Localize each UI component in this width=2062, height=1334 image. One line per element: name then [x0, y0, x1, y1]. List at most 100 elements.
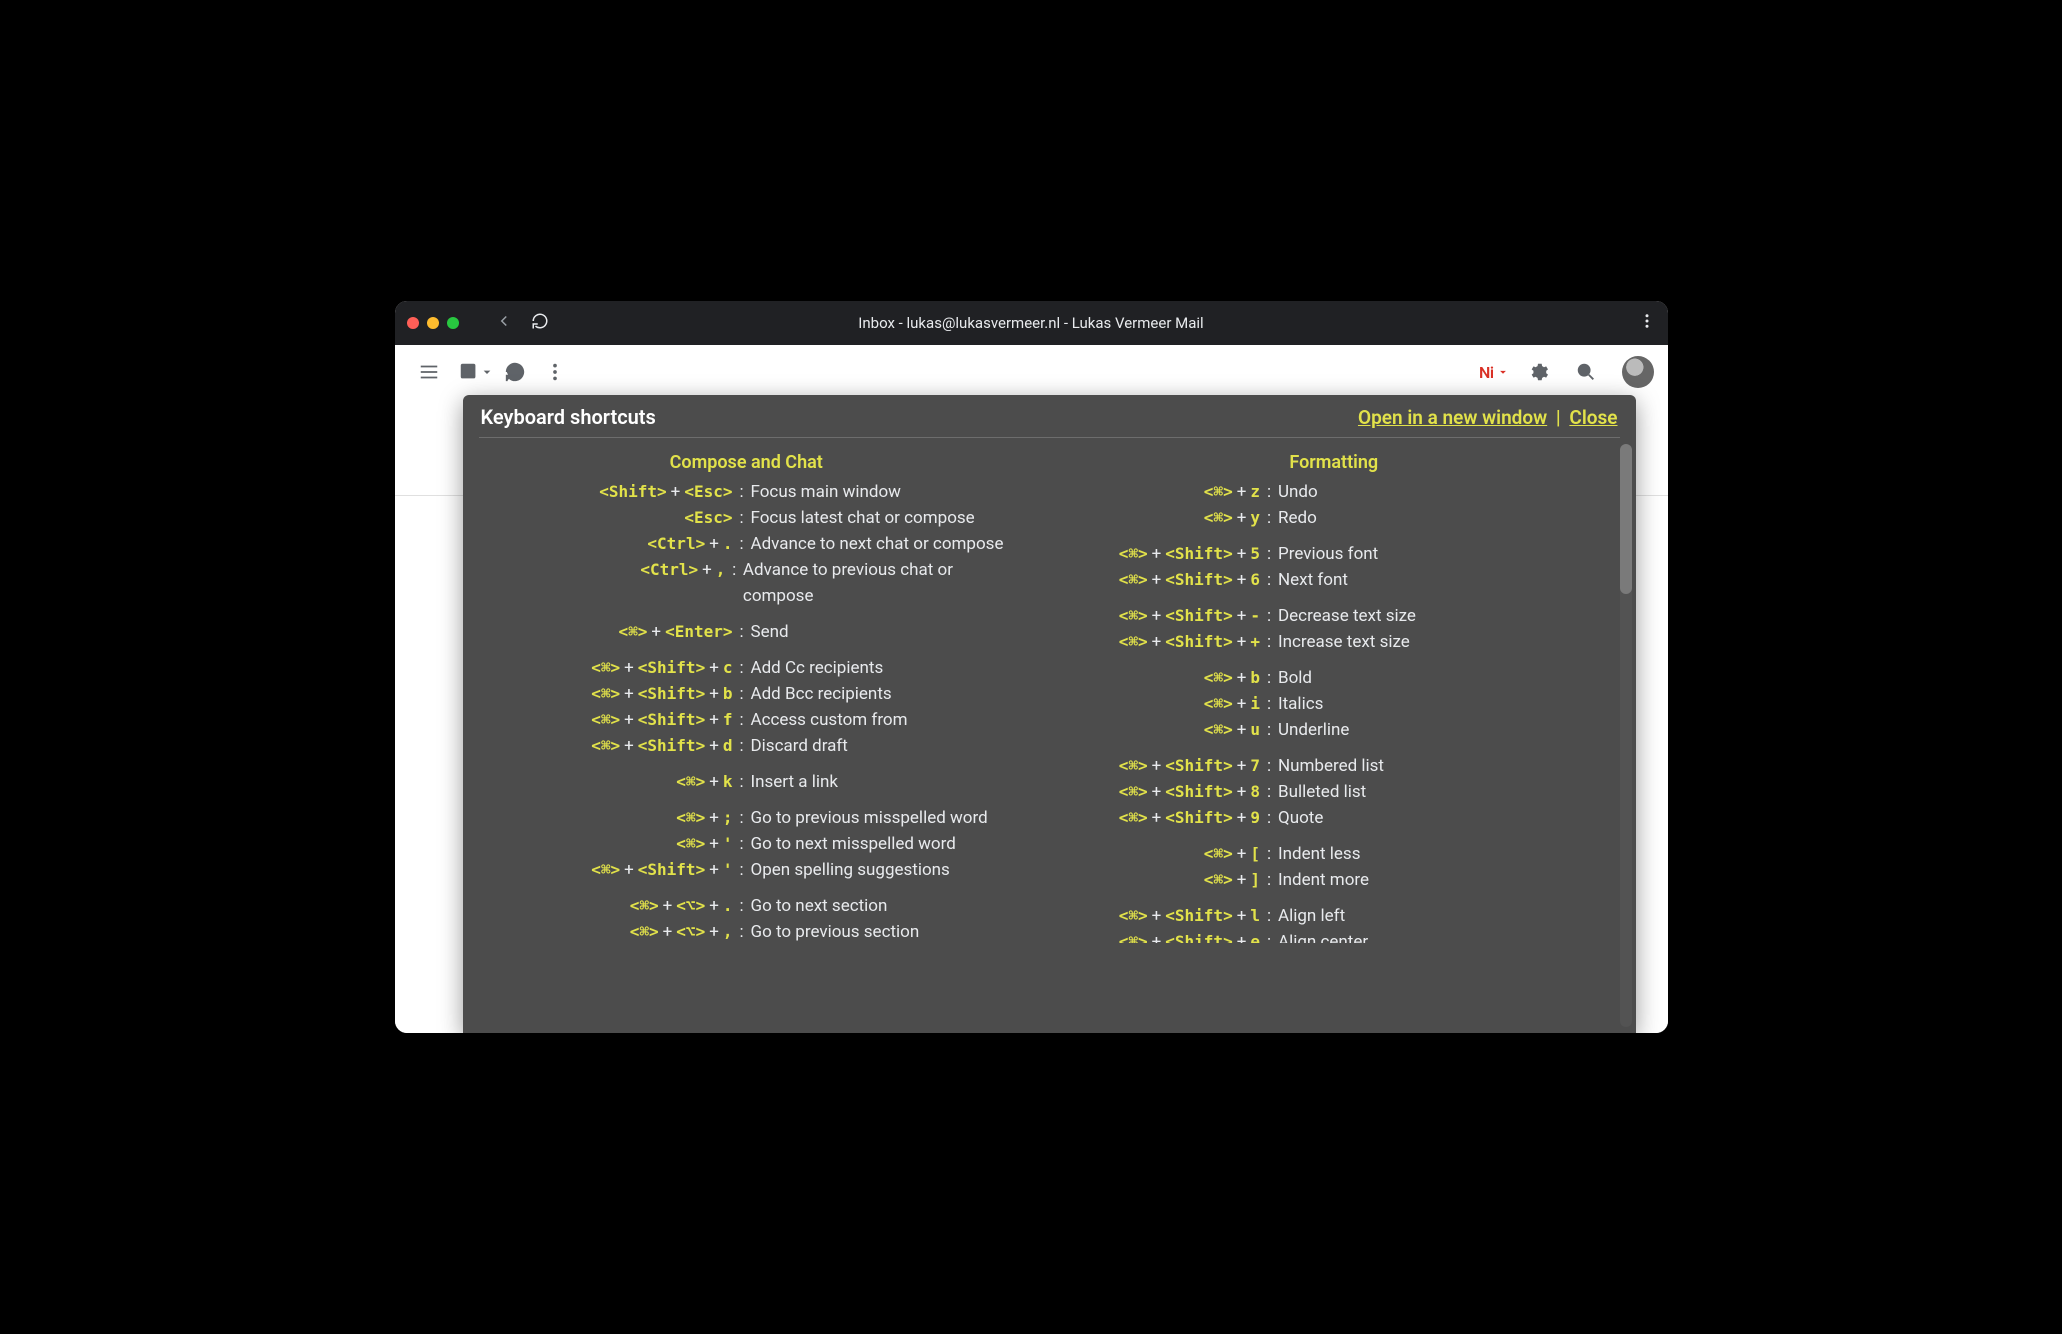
key-token: <⌘>: [676, 772, 705, 791]
shortcut-description: Indent less: [1278, 841, 1360, 867]
shortcut-description: Indent more: [1278, 867, 1369, 893]
shortcut-keys: <⌘>+<Shift>+6: [1060, 567, 1260, 593]
shortcut-row: <⌘>+<Shift>+d:Discard draft: [473, 733, 1021, 759]
shortcut-description: Numbered list: [1278, 753, 1384, 779]
shortcut-description: Redo: [1278, 505, 1317, 531]
colon-separator: :: [1260, 929, 1278, 943]
shortcut-row: <⌘>+<⌥>+,:Go to previous section: [473, 919, 1021, 945]
plus-separator: +: [705, 710, 723, 730]
hamburger-menu-icon[interactable]: [409, 352, 449, 392]
shortcut-description: Align left: [1278, 903, 1345, 929]
key-token: y: [1250, 508, 1260, 527]
key-token: <⌘>: [1204, 720, 1233, 739]
shortcut-description: Open spelling suggestions: [751, 857, 950, 883]
key-token: 7: [1250, 756, 1260, 775]
shortcut-row: <⌘>+<Shift>+8:Bulleted list: [1060, 779, 1608, 805]
colon-separator: :: [1260, 603, 1278, 629]
refresh-icon[interactable]: [495, 352, 535, 392]
close-window-button[interactable]: [407, 317, 419, 329]
shortcut-description: Focus main window: [751, 479, 901, 505]
key-token: <⌘>: [676, 834, 705, 853]
open-new-window-link[interactable]: Open in a new window: [1358, 406, 1547, 429]
window-title: Inbox - lukas@lukasvermeer.nl - Lukas Ve…: [858, 314, 1203, 332]
key-token: <⌘>: [1204, 844, 1233, 863]
shortcut-description: Go to next section: [751, 893, 888, 919]
key-token: 6: [1250, 570, 1260, 589]
colon-separator: :: [1260, 665, 1278, 691]
shortcut-row: <⌘>+]:Indent more: [1060, 867, 1608, 893]
dropdown-caret-icon[interactable]: [479, 352, 495, 392]
compose-chat-heading: Compose and Chat: [473, 452, 1021, 473]
minimize-window-button[interactable]: [427, 317, 439, 329]
key-token: <⌘>: [591, 860, 620, 879]
plus-separator: +: [705, 534, 723, 554]
key-token: <Shift>: [638, 684, 705, 703]
shortcut-description: Bold: [1278, 665, 1312, 691]
shortcut-row: <Ctrl>+.:Advance to next chat or compose: [473, 531, 1021, 557]
plus-separator: +: [1233, 482, 1251, 502]
colon-separator: :: [733, 681, 751, 707]
shortcut-keys: <⌘>+k: [473, 769, 733, 795]
shortcut-keys: <Ctrl>+.: [473, 531, 733, 557]
plus-separator: +: [705, 736, 723, 756]
shortcut-keys: <⌘>+<Shift>+9: [1060, 805, 1260, 831]
shortcut-description: Add Bcc recipients: [751, 681, 892, 707]
key-token: <⌘>: [1119, 906, 1148, 925]
key-token: <⌘>: [1204, 870, 1233, 889]
key-token: <Shift>: [1165, 782, 1232, 801]
key-token: ;: [723, 808, 733, 827]
key-token: <⌘>: [591, 684, 620, 703]
key-token: <⌥>: [676, 922, 705, 941]
plus-separator: +: [1233, 668, 1251, 688]
shortcut-description: Send: [751, 619, 789, 645]
key-token: i: [1250, 694, 1260, 713]
key-token: ,: [716, 560, 726, 579]
plus-separator: +: [620, 658, 638, 678]
key-token: d: [723, 736, 733, 755]
nimble-extension-button[interactable]: Ni: [1479, 363, 1509, 382]
key-token: <Shift>: [638, 736, 705, 755]
back-icon[interactable]: [495, 312, 513, 334]
reload-icon[interactable]: [531, 312, 549, 334]
key-token: <Ctrl>: [640, 560, 698, 579]
more-icon[interactable]: [535, 352, 575, 392]
account-avatar[interactable]: [1622, 356, 1654, 388]
colon-separator: :: [1260, 629, 1278, 655]
key-token: <Shift>: [599, 482, 666, 501]
browser-menu-button[interactable]: [1638, 312, 1656, 334]
formatting-heading: Formatting: [1060, 452, 1608, 473]
close-modal-link[interactable]: Close: [1569, 406, 1617, 429]
shortcut-row: <⌘>+<Shift>+f:Access custom from: [473, 707, 1021, 733]
modal-body: Compose and Chat <Shift>+<Esc>:Focus mai…: [463, 438, 1636, 1033]
shortcut-keys: <⌘>+u: [1060, 717, 1260, 743]
key-token: <⌘>: [630, 896, 659, 915]
plus-separator: +: [1233, 570, 1251, 590]
key-token: c: [723, 658, 733, 677]
scrollbar-thumb[interactable]: [1620, 444, 1632, 594]
plus-separator: +: [1148, 570, 1166, 590]
key-token: <⌘>: [676, 808, 705, 827]
page-content: Ni No new mail! Keyboard shortcuts Open …: [395, 345, 1668, 1033]
mail-toolbar: Ni: [395, 345, 1668, 399]
shortcut-row: <⌘>+z:Undo: [1060, 479, 1608, 505]
shortcut-keys: <⌘>+]: [1060, 867, 1260, 893]
shortcut-keys: <⌘>+z: [1060, 479, 1260, 505]
search-icon[interactable]: [1566, 352, 1606, 392]
shortcut-description: Go to previous misspelled word: [751, 805, 988, 831]
shortcut-description: Advance to previous chat or compose: [743, 557, 1020, 609]
shortcut-keys: <⌘>+<Shift>+5: [1060, 541, 1260, 567]
shortcut-row: <⌘>+b:Bold: [1060, 665, 1608, 691]
shortcut-description: Increase text size: [1278, 629, 1410, 655]
settings-gear-icon[interactable]: [1518, 352, 1558, 392]
maximize-window-button[interactable]: [447, 317, 459, 329]
colon-separator: :: [733, 857, 751, 883]
shortcut-keys: <Ctrl>+,: [473, 557, 726, 583]
colon-separator: :: [733, 805, 751, 831]
shortcut-keys: <⌘>+<Shift>+e: [1060, 929, 1260, 943]
colon-separator: :: [1260, 903, 1278, 929]
key-token: 9: [1250, 808, 1260, 827]
plus-separator: +: [705, 834, 723, 854]
key-token: <⌘>: [1204, 694, 1233, 713]
key-token: f: [723, 710, 733, 729]
compose-chat-section: Compose and Chat <Shift>+<Esc>:Focus mai…: [473, 448, 1021, 1023]
